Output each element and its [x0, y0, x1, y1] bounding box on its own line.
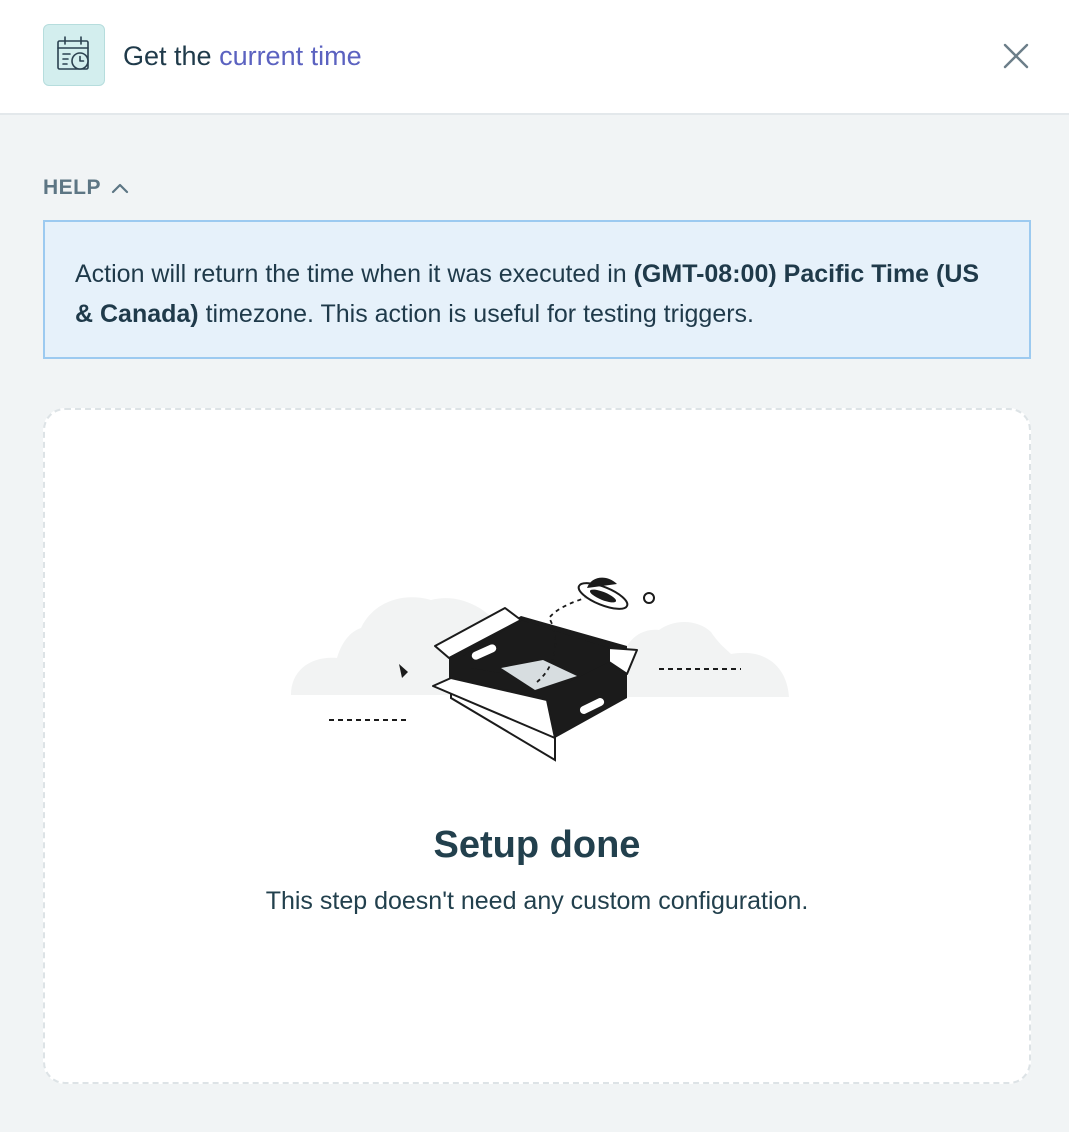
help-text-2 [777, 260, 784, 288]
title-accent: current time [219, 41, 362, 71]
modal-header: Get the current time [0, 0, 1069, 115]
modal-title: Get the current time [123, 38, 362, 74]
close-icon [1003, 43, 1029, 69]
close-button[interactable] [996, 36, 1036, 76]
help-label: HELP [43, 176, 102, 199]
help-toggle[interactable]: HELP [43, 174, 129, 202]
help-timezone-offset: (GMT-08:00) [633, 260, 777, 288]
setup-panel: Setup done This step doesn't need any cu… [43, 408, 1031, 1084]
help-text-3: timezone. This action is useful for test… [198, 300, 754, 328]
help-text-1: Action will return the time when it was … [75, 260, 634, 288]
help-box: Action will return the time when it was … [43, 220, 1031, 359]
setup-done-subtitle: This step doesn't need any custom config… [265, 887, 809, 915]
chevron-up-icon [111, 183, 129, 194]
calendar-clock-icon [43, 24, 105, 86]
empty-box-ufo-illustration [291, 577, 789, 762]
title-prefix: Get the [123, 41, 220, 71]
setup-done-title: Setup done [433, 824, 641, 866]
